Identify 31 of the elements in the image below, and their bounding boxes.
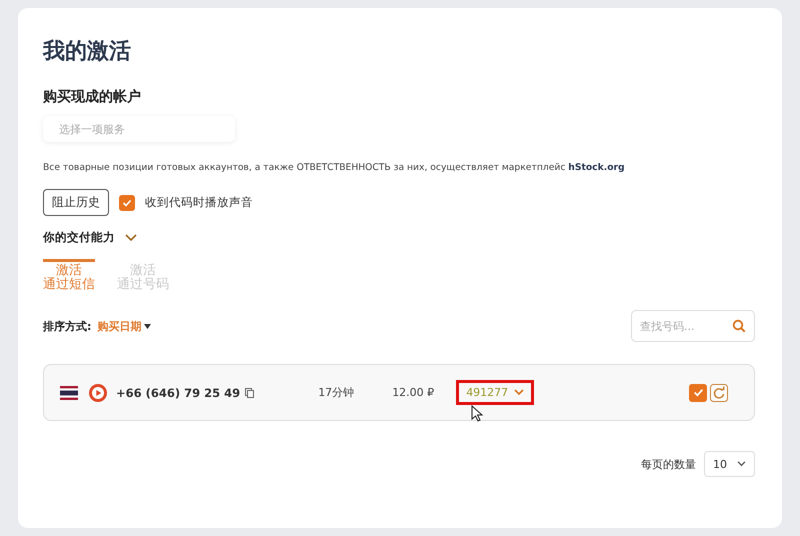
- copy-icon[interactable]: [245, 388, 254, 398]
- done-checkbox[interactable]: [689, 384, 707, 402]
- per-page-select[interactable]: 10: [704, 451, 755, 477]
- sound-label: 收到代码时播放声音: [145, 195, 253, 210]
- tab[interactable]: 激活 通过短信: [43, 259, 95, 292]
- refresh-icon[interactable]: [710, 384, 728, 402]
- page-title: 我的激活: [43, 38, 132, 66]
- service-select[interactable]: 选择一项服务: [43, 116, 235, 142]
- sound-checkbox[interactable]: [119, 194, 135, 210]
- sort-dropdown[interactable]: 购买日期: [97, 318, 152, 334]
- search-field[interactable]: 查找号码...: [631, 310, 755, 342]
- marketplace-link[interactable]: hStock.org: [568, 162, 625, 173]
- checkmark-icon: [692, 387, 704, 398]
- elapsed-time: 17分钟: [317, 385, 354, 400]
- search-icon: [732, 319, 746, 333]
- chevron-icon[interactable]: [125, 234, 137, 242]
- phone-number: +66 (646) 79 25 49: [116, 386, 240, 400]
- play-icon: [88, 382, 108, 402]
- code-dropdown[interactable]: 491277: [456, 380, 534, 405]
- history-button[interactable]: 阻止历史: [43, 189, 109, 216]
- chevron-icon: [737, 461, 746, 467]
- price: 12.00 ₽: [391, 386, 434, 399]
- chevron-icon: [514, 389, 524, 396]
- checkmark-icon: [122, 198, 132, 208]
- per-page-label: 每页的数量: [641, 456, 696, 472]
- sort-label: 排序方式:: [43, 318, 92, 334]
- flag-icon: [60, 386, 78, 400]
- section-heading: 购买现成的帐户: [43, 88, 142, 106]
- delivery-label: 你的交付能力: [43, 230, 115, 245]
- notice-text: Все товарные позиции готовых аккаунтов, а также ОТВЕТСТВЕННОСТЬ за них, осуществляет маркетплейс hStock.org: [43, 162, 626, 173]
- caret-icon: [144, 324, 152, 328]
